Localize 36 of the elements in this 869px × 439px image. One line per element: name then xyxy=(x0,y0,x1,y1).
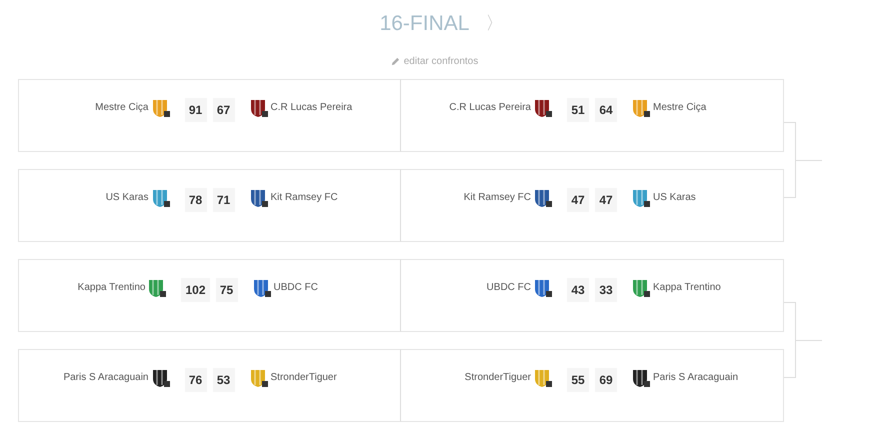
team-name: C.R Lucas Pereira xyxy=(449,101,531,115)
score: 43 xyxy=(567,278,589,302)
next-round-arrow[interactable]: 〉 xyxy=(485,10,504,38)
score: 33 xyxy=(595,278,617,302)
team-name: Kit Ramsey FC xyxy=(270,191,338,205)
team-name: StronderTiguer xyxy=(464,371,531,385)
score: 64 xyxy=(595,98,617,122)
score: 76 xyxy=(184,368,206,392)
score: 75 xyxy=(216,278,238,302)
edit-link[interactable]: editar confrontos xyxy=(390,54,478,68)
team-name: Paris S Aracaguain xyxy=(63,371,148,385)
team-name: US Karas xyxy=(106,191,148,205)
team-name: Mestre Ciça xyxy=(653,101,706,115)
score: 55 xyxy=(567,368,589,392)
team-name: Kit Ramsey FC xyxy=(464,191,531,205)
team-name: US Karas xyxy=(653,191,696,205)
pencil-icon xyxy=(390,56,400,66)
score: 69 xyxy=(595,368,617,392)
score: 53 xyxy=(212,368,234,392)
team-name: StronderTiguer xyxy=(270,371,337,385)
score: 71 xyxy=(212,188,234,212)
team-name: Kappa Trentino xyxy=(653,281,721,295)
team-name: UBDC FC xyxy=(486,281,531,295)
team-name: Mestre Ciça xyxy=(95,101,148,115)
round-title: 16-FINAL xyxy=(380,11,470,37)
score: 47 xyxy=(595,188,617,212)
team-name: Paris S Aracaguain xyxy=(653,371,738,385)
team-name: Kappa Trentino xyxy=(78,281,146,295)
score: 51 xyxy=(567,98,589,122)
score: 102 xyxy=(181,278,210,302)
team-name: UBDC FC xyxy=(274,281,318,295)
score: 78 xyxy=(184,188,206,212)
score: 47 xyxy=(567,188,589,212)
team-name: C.R Lucas Pereira xyxy=(270,101,352,115)
score: 67 xyxy=(212,98,234,122)
score: 91 xyxy=(184,98,206,122)
